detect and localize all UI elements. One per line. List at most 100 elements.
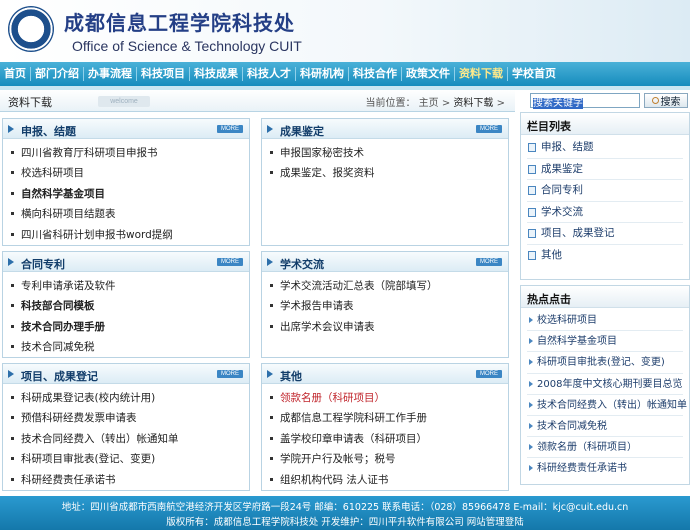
section-title: 资料下载: [8, 96, 52, 109]
breadcrumb-label: 当前位置：: [365, 98, 416, 109]
search-button[interactable]: 搜索: [644, 93, 688, 108]
nav-item[interactable]: 学校首页: [508, 67, 560, 81]
section-header: 项目、成果登记 MORE: [3, 364, 249, 384]
column-link-label: 合同专利: [541, 184, 583, 196]
file-list: 申报国家秘密技术 成果鉴定、报奖资料: [262, 139, 508, 184]
nav-item[interactable]: 科技合作: [349, 67, 402, 81]
file-link[interactable]: 出席学术会议申请表: [270, 317, 508, 337]
file-list: 学术交流活动汇总表（院部填写） 学术报告申请表 出席学术会议申请表: [262, 272, 508, 337]
download-section: 其他 MORE 领款名册（科研项目） 成都信息工程学院科研工作手册 盖学校印章申请表（科…: [261, 363, 509, 491]
file-link[interactable]: 学院开户行及帐号；税号: [270, 449, 508, 469]
file-list: 领款名册（科研项目） 成都信息工程学院科研工作手册 盖学校印章申请表（科研项目） 学院…: [262, 384, 508, 490]
hot-clicks-title: 热点点击: [521, 286, 689, 308]
section-heading: 其他: [280, 370, 302, 383]
file-link[interactable]: 学术报告申请表: [270, 296, 508, 316]
file-link[interactable]: 科研成果登记表(校内统计用): [11, 388, 249, 408]
column-link-label: 成果鉴定: [541, 162, 583, 175]
file-link[interactable]: 成都信息工程学院科研工作手册: [270, 408, 508, 428]
breadcrumb-separator: >: [441, 98, 451, 109]
more-button[interactable]: MORE: [476, 258, 502, 266]
column-list: 申报、结题成果鉴定合同专利学术交流项目、成果登记其他: [521, 135, 689, 266]
document-icon: [528, 164, 536, 174]
arrow-bullet-icon: [8, 125, 14, 133]
file-link[interactable]: 技术合同经费入（转出）帐通知单: [11, 429, 249, 449]
site-name-cn: 成都信息工程学院科技处: [64, 11, 295, 35]
welcome-badge: welcome: [98, 96, 150, 107]
file-link[interactable]: 自然科学基金项目: [11, 184, 249, 204]
hot-link[interactable]: 领款名册（科研项目）: [527, 437, 683, 459]
more-button[interactable]: MORE: [217, 125, 243, 133]
file-link[interactable]: 申报国家秘密技术: [270, 143, 508, 163]
column-link[interactable]: 项目、成果登记: [527, 223, 683, 245]
page: CUIT 成都信息工程学院科技处 Office of Science & Tec…: [0, 0, 690, 530]
column-link[interactable]: 合同专利: [527, 180, 683, 202]
hot-clicks-panel: 热点点击 校选科研项目 自然科学基金项目 科研项目审批表(登记、变更) 2008年度中…: [520, 285, 690, 485]
footer-copyright: 版权所有：成都信息工程学院科技处 开发维护：四川平升软件有限公司 网站管理登陆: [166, 517, 524, 528]
column-link[interactable]: 申报、结题: [527, 137, 683, 159]
nav-item[interactable]: 科研机构: [296, 67, 349, 81]
nav-item[interactable]: 资料下载: [455, 67, 508, 81]
column-link-label: 学术交流: [541, 205, 583, 218]
more-button[interactable]: MORE: [476, 125, 502, 133]
file-link[interactable]: 四川省教育厅科研项目申报书: [11, 143, 249, 163]
section-header: 合同专利 MORE: [3, 252, 249, 272]
more-button[interactable]: MORE: [217, 370, 243, 378]
search-button-label: 搜索: [660, 97, 681, 108]
section-header: 成果鉴定 MORE: [262, 119, 508, 139]
arrow-bullet-icon: [8, 370, 14, 378]
nav-item[interactable]: 办事流程: [84, 67, 137, 81]
nav-item[interactable]: 科技人才: [243, 67, 296, 81]
file-link[interactable]: 领款名册（科研项目）: [270, 388, 508, 408]
file-link[interactable]: 校选科研项目: [11, 163, 249, 183]
section-heading: 学术交流: [280, 258, 324, 271]
file-link[interactable]: 学术交流活动汇总表（院部填写）: [270, 276, 508, 296]
hot-link[interactable]: 自然科学基金项目: [527, 331, 683, 353]
search-input[interactable]: 搜索关键字: [530, 93, 640, 109]
nav-item[interactable]: 部门介绍: [31, 67, 84, 81]
file-link[interactable]: 横向科研项目结题表: [11, 204, 249, 224]
file-list: 科研成果登记表(校内统计用) 预借科研经费发票申请表 技术合同经费入（转出）帐通知单…: [3, 384, 249, 490]
file-link[interactable]: 四川省科研计划申报书word提纲: [11, 225, 249, 245]
column-link-label: 其他: [541, 248, 562, 261]
breadcrumb: 当前位置： 主页 > 资料下载 >: [365, 94, 505, 109]
file-link[interactable]: 专利申请承诺及软件: [11, 276, 249, 296]
file-link[interactable]: 科研项目审批表(登记、变更): [11, 449, 249, 469]
hot-link[interactable]: 2008年度中文核心期刊要目总览: [527, 374, 683, 395]
file-link[interactable]: 预借科研经费发票申请表: [11, 408, 249, 428]
more-button[interactable]: MORE: [217, 258, 243, 266]
logo-text: CUIT: [19, 23, 43, 33]
breadcrumb-home-link[interactable]: 主页: [419, 98, 439, 109]
download-section: 学术交流 MORE 学术交流活动汇总表（院部填写） 学术报告申请表 出席学术会议申请表: [261, 251, 509, 358]
hot-link[interactable]: 技术合同减免税: [527, 416, 683, 438]
nav-item[interactable]: 政策文件: [402, 67, 455, 81]
hot-link[interactable]: 技术合同经费入（转出）帐通知单: [527, 395, 687, 416]
main-nav: 首页 部门介绍 办事流程 科技项目 科技成果 科技人才 科研机构 科技合作 政策文件 资料下载 学校…: [0, 62, 690, 86]
file-link[interactable]: 科技部合同模板: [11, 296, 249, 316]
file-link[interactable]: 技术合同办理手册: [11, 317, 249, 337]
column-link[interactable]: 学术交流: [527, 202, 683, 223]
file-link[interactable]: 科研经费责任承诺书: [11, 470, 249, 490]
arrow-bullet-icon: [8, 258, 14, 266]
section-heading: 项目、成果登记: [21, 370, 98, 383]
nav-item[interactable]: 科技项目: [137, 67, 190, 81]
file-link[interactable]: 技术合同减免税: [11, 337, 249, 357]
nav-item[interactable]: 科技成果: [190, 67, 243, 81]
column-link[interactable]: 成果鉴定: [527, 159, 683, 180]
hot-link[interactable]: 校选科研项目: [527, 310, 683, 332]
hot-link[interactable]: 科研项目审批表(登记、变更): [527, 352, 683, 374]
breadcrumb-current: 资料下载: [453, 98, 494, 109]
hot-link[interactable]: 科研经费责任承诺书: [527, 458, 683, 479]
section-header: 其他 MORE: [262, 364, 508, 384]
more-button[interactable]: MORE: [476, 370, 502, 378]
document-icon: [528, 143, 536, 152]
column-link[interactable]: 其他: [527, 245, 683, 267]
file-link[interactable]: 成果鉴定、报奖资料: [270, 163, 508, 183]
file-link[interactable]: 组织机构代码 法人证书: [270, 470, 508, 490]
nav-item[interactable]: 首页: [0, 67, 31, 81]
breadcrumb-separator: >: [496, 98, 505, 109]
file-list: 四川省教育厅科研项目申报书 校选科研项目 自然科学基金项目 横向科研项目结题表 四川省科…: [3, 139, 249, 245]
search-input-value: 搜索关键字: [533, 98, 583, 109]
download-section: 申报、结题 MORE 四川省教育厅科研项目申报书 校选科研项目 自然科学基金项目 横向科研…: [2, 118, 250, 246]
arrow-bullet-icon: [267, 370, 273, 378]
file-link[interactable]: 盖学校印章申请表（科研项目）: [270, 429, 508, 449]
